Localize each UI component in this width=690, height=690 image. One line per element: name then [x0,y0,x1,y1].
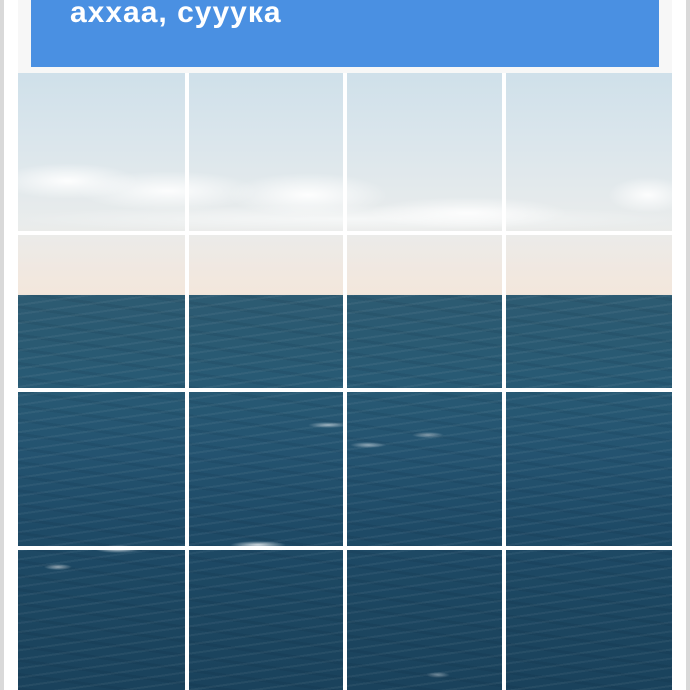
image-tile-1-4[interactable] [506,73,672,231]
image-tile-3-3[interactable] [347,392,502,546]
grid-divider-horizontal [18,388,672,392]
grid-divider-horizontal [18,546,672,550]
right-margin [672,0,686,690]
grid-divider-horizontal [18,231,672,235]
image-tile-1-3[interactable] [347,73,502,231]
image-tile-1-2[interactable] [189,73,343,231]
image-tile-grid [18,73,672,690]
grid-divider-vertical [185,73,189,690]
image-tile-1-1[interactable] [18,73,185,231]
grid-divider-vertical [343,73,347,690]
image-tile-2-3[interactable] [347,235,502,388]
image-tile-3-2[interactable] [189,392,343,546]
grid-divider-vertical [502,73,506,690]
image-tile-2-2[interactable] [189,235,343,388]
captcha-frame: аххаа, сууука [0,0,690,690]
captcha-prompt-text: аххаа, сууука [70,0,282,29]
image-tile-4-4[interactable] [506,550,672,690]
captcha-header-banner: аххаа, сууука [31,0,659,67]
left-margin [4,0,18,690]
image-tile-4-2[interactable] [189,550,343,690]
image-tile-3-4[interactable] [506,392,672,546]
right-border [686,0,690,690]
image-tile-4-1[interactable] [18,550,185,690]
image-tile-2-1[interactable] [18,235,185,388]
image-tile-3-1[interactable] [18,392,185,546]
image-tile-2-4[interactable] [506,235,672,388]
image-tile-4-3[interactable] [347,550,502,690]
